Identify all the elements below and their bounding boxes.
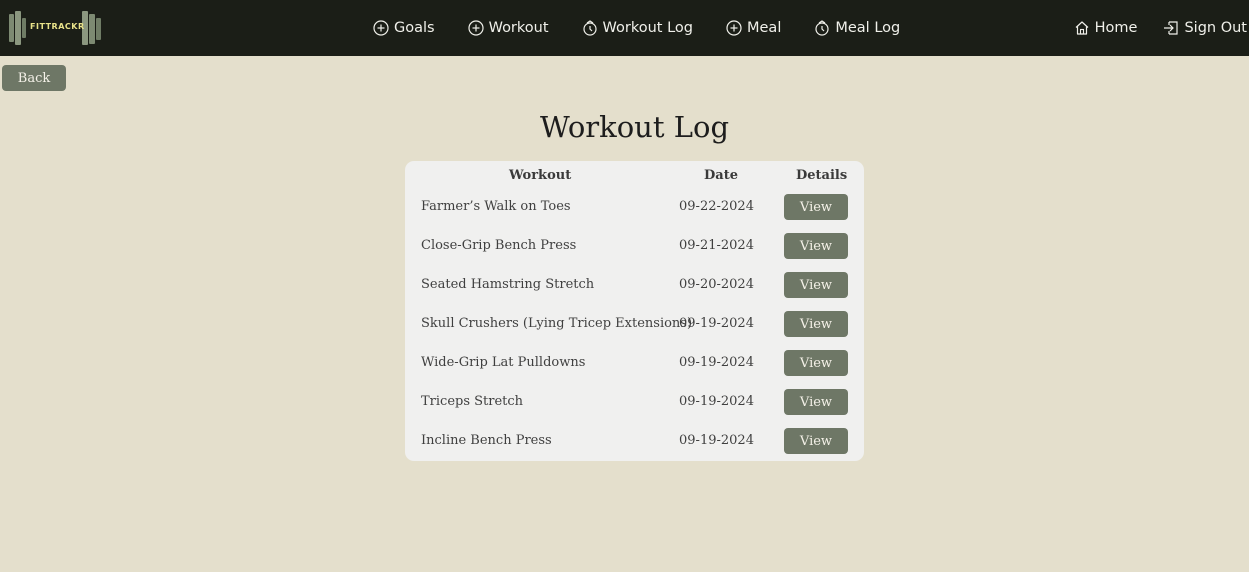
workout-date: 09-21-2024 (679, 238, 754, 253)
log-icon (815, 20, 829, 36)
nav-meal-log-label: Meal Log (835, 20, 901, 36)
fittrackr-logo[interactable]: FITTRACKR (8, 8, 106, 48)
workout-name: Close-Grip Bench Press (421, 238, 577, 253)
nav-home-label: Home (1094, 20, 1138, 36)
sign-out-icon (1164, 21, 1179, 35)
workout-date: 09-22-2024 (679, 199, 754, 214)
nav-goals[interactable]: Goals (373, 20, 435, 36)
table-row: Skull Crushers (Lying Tricep Extensions)… (405, 311, 864, 350)
view-button[interactable]: View (784, 194, 848, 220)
back-button[interactable]: Back (2, 65, 66, 91)
workout-date: 09-19-2024 (679, 394, 754, 409)
column-header-workout: Workout (509, 168, 572, 183)
table-row: Farmer’s Walk on Toes 09-22-2024 View (405, 194, 864, 233)
table-row: Close-Grip Bench Press 09-21-2024 View (405, 233, 864, 272)
nav-workout-log[interactable]: Workout Log (582, 20, 693, 36)
workout-name: Incline Bench Press (421, 433, 552, 448)
plus-circle-icon (467, 20, 484, 36)
view-button[interactable]: View (784, 272, 848, 298)
table-row: Wide-Grip Lat Pulldowns 09-19-2024 View (405, 350, 864, 389)
top-navbar: FITTRACKR Goals Workout Workout Log Meal… (0, 0, 1249, 56)
view-button[interactable]: View (784, 311, 848, 337)
nav-meal[interactable]: Meal (726, 20, 781, 36)
column-header-date: Date (704, 168, 738, 183)
workout-name: Skull Crushers (Lying Tricep Extensions) (421, 316, 693, 331)
workout-name: Farmer’s Walk on Toes (421, 199, 571, 214)
nav-sign-out-label: Sign Out (1184, 20, 1247, 36)
nav-account-links: Home Sign Out (1074, 0, 1247, 56)
nav-workout[interactable]: Workout (467, 20, 549, 36)
workout-date: 09-19-2024 (679, 316, 754, 331)
workout-name: Seated Hamstring Stretch (421, 277, 595, 292)
workout-date: 09-19-2024 (679, 355, 754, 370)
table-row: Seated Hamstring Stretch 09-20-2024 View (405, 272, 864, 311)
view-button[interactable]: View (784, 389, 848, 415)
plus-circle-icon (726, 20, 742, 36)
nav-meal-log[interactable]: Meal Log (814, 20, 900, 36)
nav-main-links: Goals Workout Workout Log Meal Meal Log (373, 0, 900, 56)
nav-home[interactable]: Home (1074, 20, 1138, 36)
workout-log-table: Workout Date Details Farmer’s Walk on To… (405, 161, 864, 461)
view-button[interactable]: View (784, 428, 848, 454)
nav-goals-label: Goals (394, 20, 435, 36)
nav-workout-log-label: Workout Log (602, 20, 693, 36)
column-header-details: Details (796, 168, 848, 183)
nav-sign-out[interactable]: Sign Out (1163, 20, 1247, 36)
workout-name: Wide-Grip Lat Pulldowns (421, 355, 586, 370)
nav-workout-label: Workout (488, 20, 549, 36)
log-icon (582, 20, 597, 36)
view-button[interactable]: View (784, 233, 848, 259)
table-row: Incline Bench Press 09-19-2024 View (405, 428, 864, 467)
nav-meal-label: Meal (747, 20, 782, 36)
page-title: Workout Log (539, 110, 730, 144)
workout-date: 09-20-2024 (679, 277, 754, 292)
view-button[interactable]: View (784, 350, 848, 376)
workout-date: 09-19-2024 (679, 433, 754, 448)
logo-text: FITTRACKR (30, 22, 85, 31)
workout-name: Triceps Stretch (421, 394, 524, 409)
plus-circle-icon (373, 20, 389, 36)
table-row: Triceps Stretch 09-19-2024 View (405, 389, 864, 428)
home-icon (1075, 21, 1089, 35)
